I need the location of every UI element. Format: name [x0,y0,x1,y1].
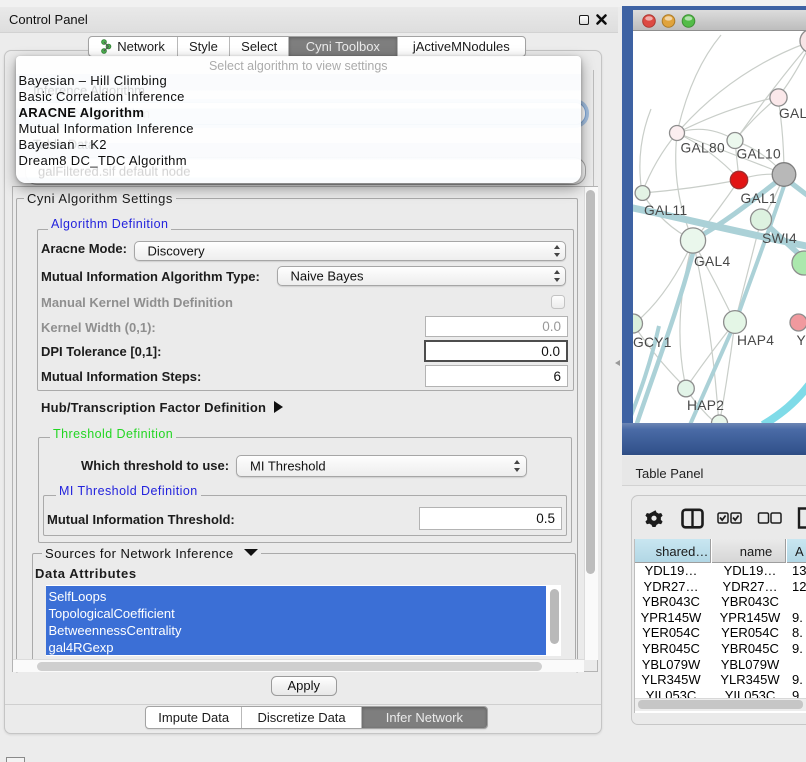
svg-text:GAL11: GAL11 [644,203,687,218]
svg-text:GAL4: GAL4 [694,254,731,269]
svg-text:GAL7: GAL7 [779,106,806,121]
svg-text:HAP4: HAP4 [737,333,774,348]
svg-text:GAL10: GAL10 [737,147,781,162]
svg-text:HAP2: HAP2 [687,398,724,413]
svg-text:Y: Y [797,333,806,348]
svg-text:GAL80: GAL80 [681,141,725,156]
svg-text:GAL1: GAL1 [741,191,777,206]
svg-text:SWI4: SWI4 [762,231,797,246]
svg-text:GCY1: GCY1 [633,335,672,350]
